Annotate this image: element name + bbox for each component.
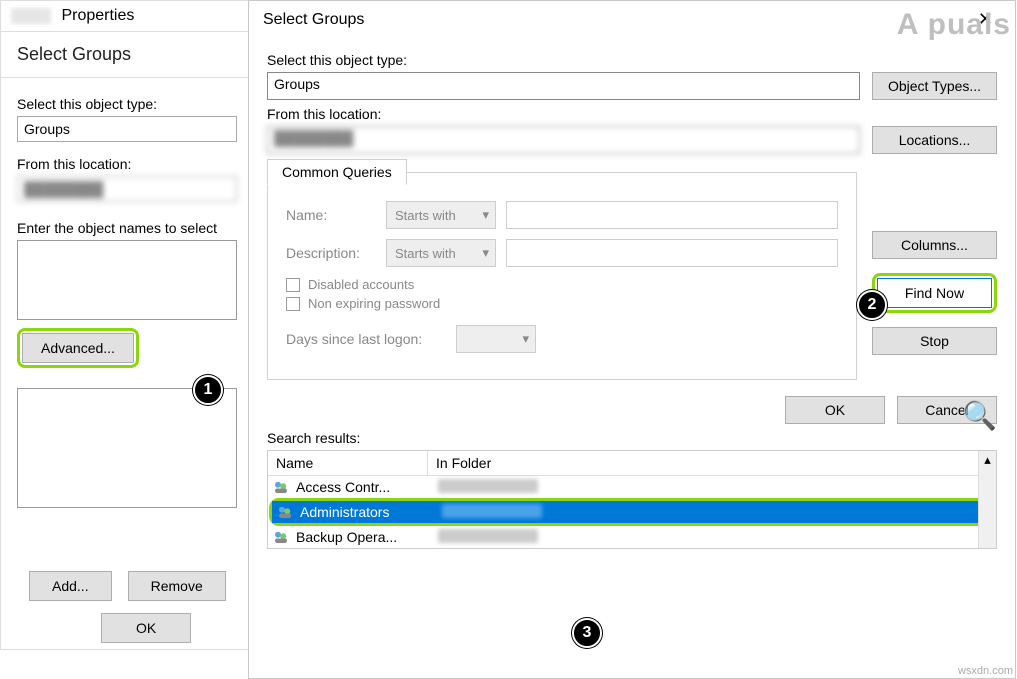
name-filter-label: Name: <box>286 207 376 223</box>
row-folder <box>432 529 996 546</box>
search-results-label: Search results: <box>267 430 997 446</box>
highlight-find-now: Find Now <box>872 273 997 313</box>
group-icon <box>272 528 290 546</box>
members-list[interactable] <box>17 388 237 508</box>
fg-location-field[interactable]: ████████ <box>267 126 860 154</box>
table-row[interactable]: Access Contr... <box>268 476 996 498</box>
step-badge-3: 3 <box>572 618 602 648</box>
row-name: Backup Opera... <box>294 529 432 545</box>
fg-object-type-label: Select this object type: <box>267 52 997 68</box>
step-badge-1: 1 <box>193 375 223 405</box>
fg-object-type-field[interactable]: Groups <box>267 72 860 100</box>
scroll-up-icon[interactable]: ▴ <box>984 451 991 469</box>
fg-ok-button[interactable]: OK <box>785 396 885 424</box>
properties-title: Properties <box>61 7 134 24</box>
disabled-accounts-label: Disabled accounts <box>308 277 414 292</box>
add-button[interactable]: Add... <box>29 571 112 601</box>
object-types-button[interactable]: Object Types... <box>872 72 997 100</box>
location-field[interactable]: ████████ <box>17 176 237 202</box>
columns-button[interactable]: Columns... <box>872 231 997 259</box>
days-since-dropdown[interactable] <box>456 325 536 353</box>
table-row[interactable]: Administrators <box>272 501 992 523</box>
non-expiring-label: Non expiring password <box>308 296 440 311</box>
row-folder <box>436 504 992 521</box>
watermark: wsxdn.com <box>958 665 1013 677</box>
remove-button[interactable]: Remove <box>128 571 226 601</box>
magnifier-icon: 🔍 <box>962 399 997 432</box>
non-expiring-checkbox[interactable] <box>286 297 300 311</box>
stop-button[interactable]: Stop <box>872 327 997 355</box>
desc-filter-mode-dropdown[interactable]: Starts with <box>386 239 496 267</box>
name-filter-input[interactable] <box>506 201 838 229</box>
highlight-advanced: Advanced... <box>17 328 139 368</box>
dialog-title: Select Groups <box>263 11 364 29</box>
row-name: Administrators <box>298 504 436 520</box>
col-header-folder[interactable]: In Folder <box>428 451 996 475</box>
blurred-text <box>11 8 51 24</box>
group-icon <box>272 478 290 496</box>
group-icon <box>276 503 294 521</box>
close-icon[interactable]: ✕ <box>970 9 1001 30</box>
tab-common-queries[interactable]: Common Queries <box>267 159 407 185</box>
dialog-titlebar: Select Groups ✕ <box>249 1 1015 38</box>
desc-filter-label: Description: <box>286 245 376 261</box>
row-folder <box>432 479 996 496</box>
find-now-button[interactable]: Find Now <box>877 278 992 308</box>
ok-button[interactable]: OK <box>101 613 191 643</box>
table-row[interactable]: Backup Opera... <box>268 526 996 548</box>
step-badge-2: 2 <box>857 290 887 320</box>
fg-location-label: From this location: <box>267 106 997 122</box>
desc-filter-input[interactable] <box>506 239 838 267</box>
search-results-table: Name In Folder Access Contr... <box>267 450 997 549</box>
object-names-textarea[interactable] <box>17 240 237 320</box>
days-since-label: Days since last logon: <box>286 331 446 347</box>
disabled-accounts-checkbox[interactable] <box>286 278 300 292</box>
name-filter-mode-dropdown[interactable]: Starts with <box>386 201 496 229</box>
highlight-administrators: Administrators <box>269 498 995 526</box>
row-name: Access Contr... <box>294 479 432 495</box>
object-type-field[interactable]: Groups <box>17 116 237 142</box>
col-header-name[interactable]: Name <box>268 451 428 475</box>
select-groups-dialog: Select Groups ✕ Select this object type:… <box>248 0 1016 679</box>
results-scrollbar[interactable]: ▴ <box>978 451 996 548</box>
advanced-button[interactable]: Advanced... <box>22 333 134 363</box>
locations-button[interactable]: Locations... <box>872 126 997 154</box>
